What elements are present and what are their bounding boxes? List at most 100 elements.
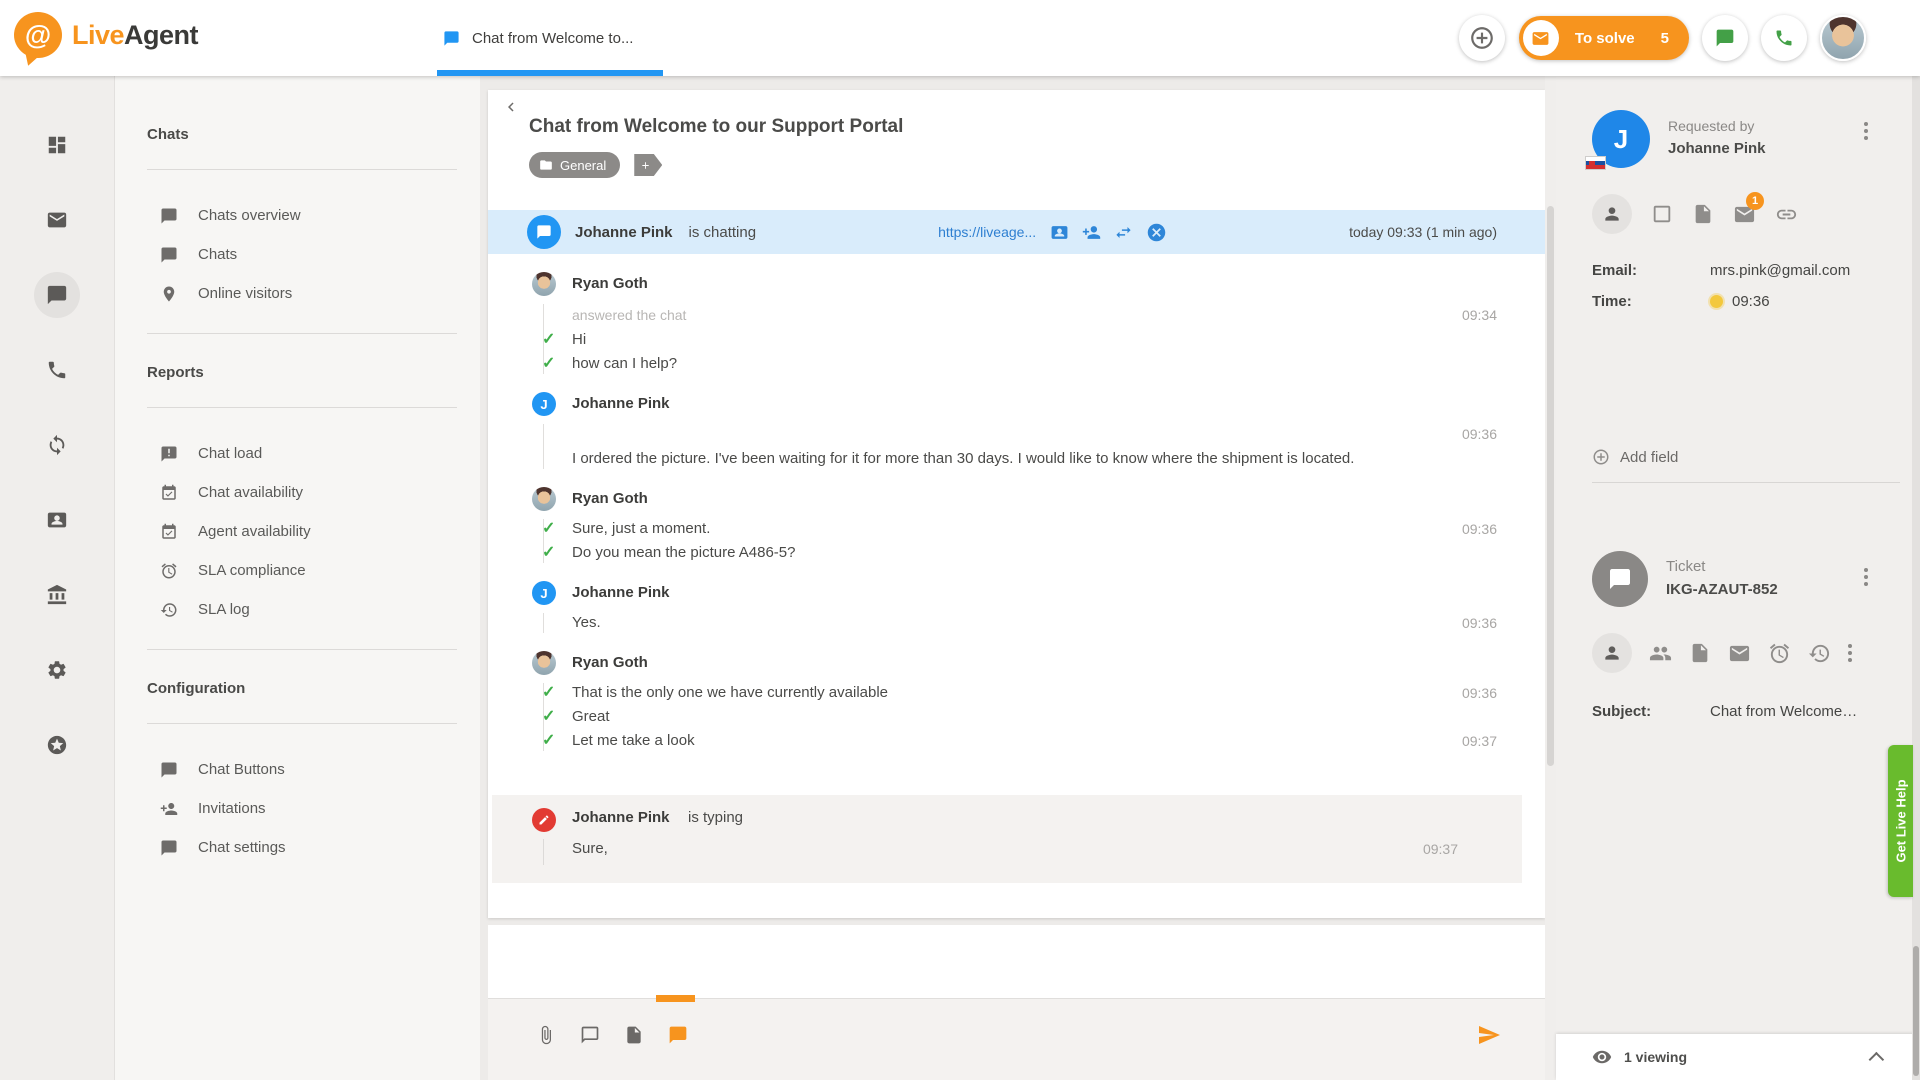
start-call-button[interactable]	[1761, 15, 1807, 61]
transfer-chat-icon[interactable]	[1114, 223, 1133, 242]
person-add-icon	[160, 800, 178, 818]
visitor-state: is chatting	[689, 224, 757, 241]
ticket-mail-tab-button[interactable]	[1728, 642, 1751, 665]
open-ticket-tab[interactable]: Chat from Welcome to...	[437, 0, 663, 76]
chat-card: Chat from Welcome to our Support Portal …	[488, 90, 1545, 918]
rail-item-rewards[interactable]	[34, 722, 80, 768]
contact-tab-button[interactable]	[1592, 194, 1632, 234]
tab-label: Chat from Welcome to...	[472, 30, 633, 47]
back-button[interactable]	[502, 98, 520, 116]
sidebar-item-chat-load[interactable]: Chat load	[115, 434, 480, 473]
add-tag-button[interactable]	[634, 154, 662, 176]
close-chat-icon[interactable]	[1146, 222, 1167, 243]
details-scrollbar[interactable]	[1912, 76, 1920, 1080]
chat-scrollbar[interactable]	[1545, 76, 1556, 1080]
visitor-page-link[interactable]: https://liveage...	[938, 224, 1036, 240]
chat-reply-tab-icon[interactable]	[668, 1025, 688, 1045]
visitor-avatar: J	[532, 581, 556, 605]
alarm-icon	[1768, 642, 1791, 665]
add-new-button[interactable]	[1459, 15, 1505, 61]
start-chat-button[interactable]	[1702, 15, 1748, 61]
rail-item-company[interactable]	[34, 572, 80, 618]
browsing-tab-button[interactable]	[1651, 203, 1673, 225]
chevron-up-icon[interactable]	[1869, 1051, 1885, 1067]
to-solve-button[interactable]: To solve 5	[1519, 16, 1689, 60]
message-text: Great	[572, 708, 610, 725]
section-title-reports: Reports	[115, 364, 480, 381]
person-circle-icon	[1602, 643, 1622, 663]
typing-time: 09:37	[1423, 837, 1458, 861]
sidebar-item-sla-log[interactable]: SLA log	[115, 590, 480, 629]
requester-menu-button[interactable]	[1864, 122, 1868, 140]
scrollbar-thumb[interactable]	[1913, 946, 1919, 1076]
chat-title: Chat from Welcome to our Support Portal	[529, 116, 903, 138]
message-author: Ryan Goth	[572, 651, 1545, 675]
sidebar-item-chat-availability[interactable]: Chat availability	[115, 473, 480, 512]
sidebar-item-chats[interactable]: Chats	[115, 235, 480, 274]
rail-item-reports[interactable]	[34, 422, 80, 468]
get-live-help-ribbon[interactable]: Get Live Help	[1888, 745, 1913, 897]
reply-composer	[488, 925, 1545, 1080]
viewing-bar[interactable]: 1 viewing	[1556, 1034, 1920, 1080]
send-icon[interactable]	[1477, 1023, 1501, 1047]
email-field-row: Email: mrs.pink@gmail.com	[1592, 262, 1894, 279]
sidebar-item-chat-buttons[interactable]: Chat Buttons	[115, 750, 480, 789]
rail-item-chats[interactable]	[34, 272, 80, 318]
subject-field-row: Subject: Chat from Welcome…	[1592, 703, 1894, 720]
mail-tab-button[interactable]: 1	[1733, 203, 1756, 226]
message-input[interactable]	[488, 925, 1545, 998]
chat-message: J Johanne Pink Yes.09:36	[488, 581, 1545, 635]
message-time: 09:34	[1462, 302, 1497, 328]
link-tab-button[interactable]	[1775, 203, 1798, 226]
chat-alert-icon	[160, 445, 178, 463]
top-bar: @ LiveAgent Chat from Welcome to... To s…	[0, 0, 1920, 76]
ticket-notes-tab-button[interactable]	[1689, 642, 1711, 664]
divider	[1592, 482, 1900, 483]
department-tag[interactable]: General	[529, 152, 620, 178]
tickets-tab-button[interactable]	[1692, 203, 1714, 225]
section-title-configuration: Configuration	[115, 680, 480, 697]
plus-circle-icon	[1469, 25, 1495, 51]
sidebar-item-online-visitors[interactable]: Online visitors	[115, 274, 480, 313]
invite-agent-icon[interactable]	[1082, 223, 1101, 242]
message-text: That is the only one we have currently a…	[572, 684, 888, 701]
ticket-label: Ticket	[1666, 558, 1778, 575]
message-time: 09:36	[1462, 422, 1497, 446]
message-author: Johanne Pink	[572, 581, 1545, 605]
typing-author: Johanne Pink	[572, 809, 670, 826]
pencil-icon	[532, 808, 556, 832]
ticket-contact-tab-button[interactable]	[1592, 633, 1632, 673]
ticket-history-tab-button[interactable]	[1808, 642, 1831, 665]
chat-icon	[1715, 28, 1735, 48]
rail-item-settings[interactable]	[34, 647, 80, 693]
scrollbar-thumb[interactable]	[1547, 206, 1554, 766]
sidebar-item-agent-availability[interactable]: Agent availability	[115, 512, 480, 551]
comment-outline-icon[interactable]	[580, 1025, 600, 1045]
ticket-people-tab-button[interactable]	[1649, 642, 1672, 665]
sidebar-item-chat-settings[interactable]: Chat settings	[115, 828, 480, 867]
user-avatar[interactable]	[1820, 15, 1866, 61]
typing-indicator: Johanne Pink is typing Sure,09:37	[492, 795, 1522, 883]
ticket-sla-tab-button[interactable]	[1768, 642, 1791, 665]
ticket-more-tabs-button[interactable]	[1848, 644, 1852, 662]
add-field-button[interactable]: Add field	[1592, 448, 1894, 466]
attach-file-icon[interactable]	[536, 1025, 556, 1045]
message-time: 09:36	[1462, 681, 1497, 705]
message-text: Do you mean the picture A486-5?	[572, 544, 795, 561]
liveagent-logo[interactable]: @ LiveAgent	[14, 12, 198, 58]
divider	[147, 649, 457, 650]
phone-icon	[1774, 28, 1794, 48]
chat-icon	[46, 284, 68, 306]
rail-item-tickets[interactable]	[34, 197, 80, 243]
ticket-menu-button[interactable]	[1864, 568, 1868, 586]
rail-item-dashboard[interactable]	[34, 122, 80, 168]
sidebar-item-sla-compliance[interactable]: SLA compliance	[115, 551, 480, 590]
rail-item-calls[interactable]	[34, 347, 80, 393]
chat-icon	[160, 761, 178, 779]
message-time: 09:36	[1462, 517, 1497, 541]
visitor-details-icon[interactable]	[1050, 223, 1069, 242]
sidebar-item-invitations[interactable]: Invitations	[115, 789, 480, 828]
sidebar-item-chats-overview[interactable]: Chats overview	[115, 196, 480, 235]
notes-file-icon[interactable]	[624, 1025, 644, 1045]
rail-item-contacts[interactable]	[34, 497, 80, 543]
